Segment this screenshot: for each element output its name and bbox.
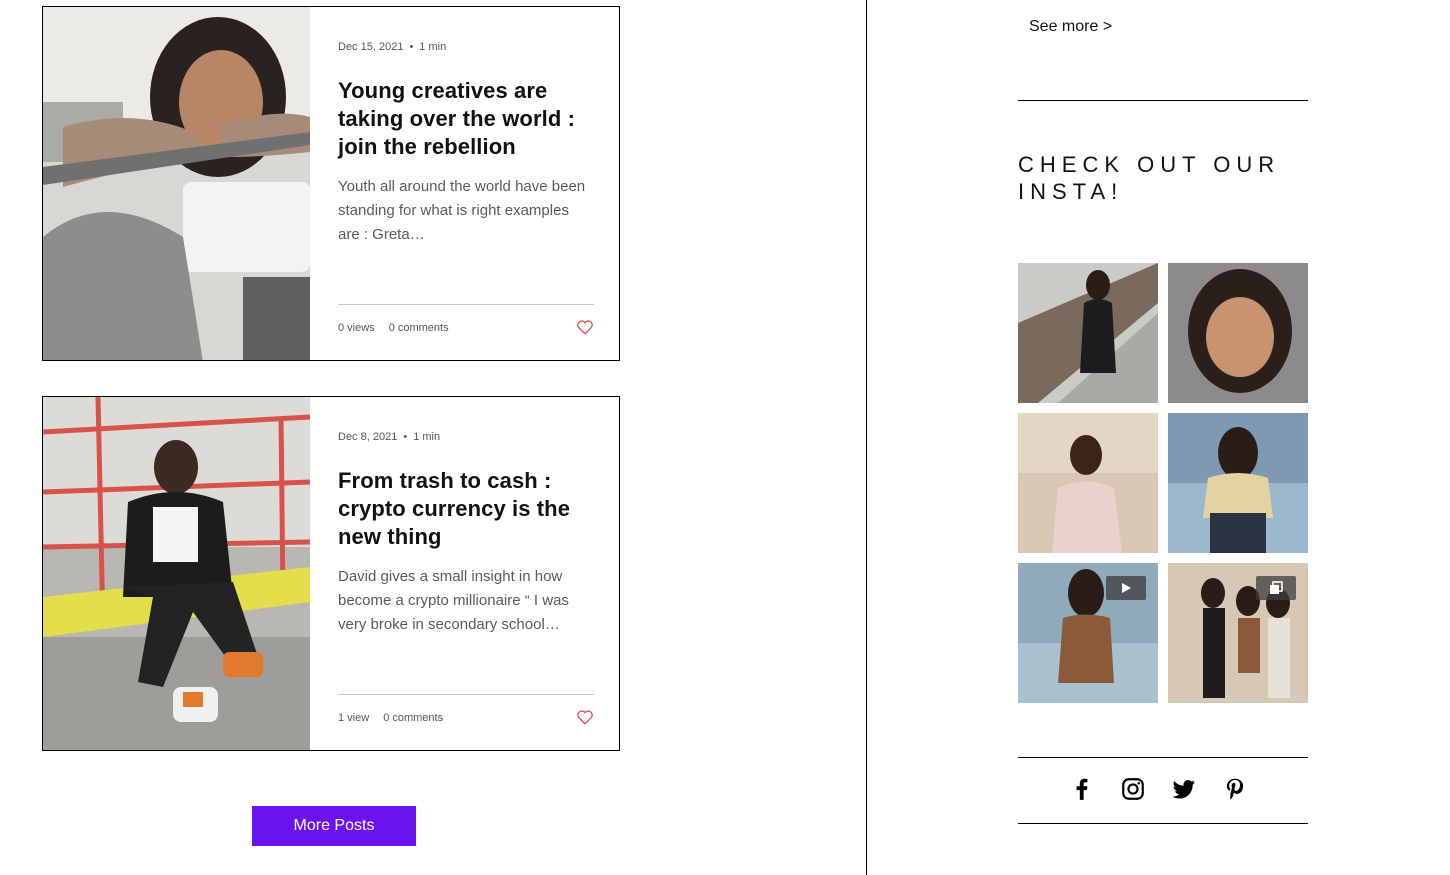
post-image[interactable] [43, 7, 310, 360]
column-divider [866, 0, 867, 875]
social-divider-bottom [1018, 823, 1308, 824]
post-title[interactable]: From trash to cash : crypto currency is … [338, 467, 594, 551]
post-stats: 1 view 0 comments [338, 712, 443, 724]
twitter-icon[interactable] [1171, 776, 1197, 802]
post-comments[interactable]: 0 comments [383, 712, 443, 724]
post-meta: Dec 8, 2021 • 1 min [338, 431, 441, 443]
insta-video[interactable] [1018, 563, 1158, 703]
gallery-icon [1256, 576, 1296, 600]
see-more-link[interactable]: See more > [1029, 18, 1112, 36]
post-meta: Dec 15, 2021 • 1 min [338, 41, 447, 53]
social-divider-top [1018, 757, 1308, 758]
post-divider [338, 694, 594, 695]
sidebar-divider [1018, 100, 1308, 101]
insta-photo[interactable] [1168, 413, 1308, 553]
insta-heading: CHECK OUT OUR INSTA! [1018, 152, 1281, 204]
heart-icon[interactable] [576, 708, 594, 726]
post-date: Dec 15, 2021 [338, 41, 404, 53]
post-excerpt[interactable]: Youth all around the world have been sta… [338, 175, 594, 247]
post-title[interactable]: Young creatives are taking over the worl… [338, 77, 594, 161]
video-icon [1106, 576, 1146, 600]
post-card[interactable]: Dec 8, 2021 • 1 min From trash to cash : c… [42, 396, 620, 751]
insta-photo[interactable] [1168, 263, 1308, 403]
post-date: Dec 8, 2021 [338, 431, 398, 443]
post-image[interactable] [43, 397, 310, 750]
insta-photo[interactable] [1018, 413, 1158, 553]
post-read-time: 1 min [413, 431, 441, 443]
post-comments[interactable]: 0 comments [389, 322, 449, 334]
post-excerpt[interactable]: David gives a small insight in how becom… [338, 565, 594, 637]
pinterest-icon[interactable] [1222, 776, 1248, 802]
post-stats: 0 views 0 comments [338, 322, 449, 334]
insta-gallery[interactable] [1168, 563, 1308, 703]
post-read-time: 1 min [419, 41, 447, 53]
instagram-icon[interactable] [1120, 776, 1146, 802]
post-card[interactable]: Dec 15, 2021 • 1 min Young creatives are t… [42, 6, 620, 361]
post-views: 1 view [338, 712, 370, 724]
more-posts-button[interactable]: More Posts [252, 806, 416, 846]
facebook-icon[interactable] [1069, 776, 1095, 802]
post-divider [338, 304, 594, 305]
insta-photo[interactable] [1018, 263, 1158, 403]
heart-icon[interactable] [576, 318, 594, 336]
post-views: 0 views [338, 322, 375, 334]
